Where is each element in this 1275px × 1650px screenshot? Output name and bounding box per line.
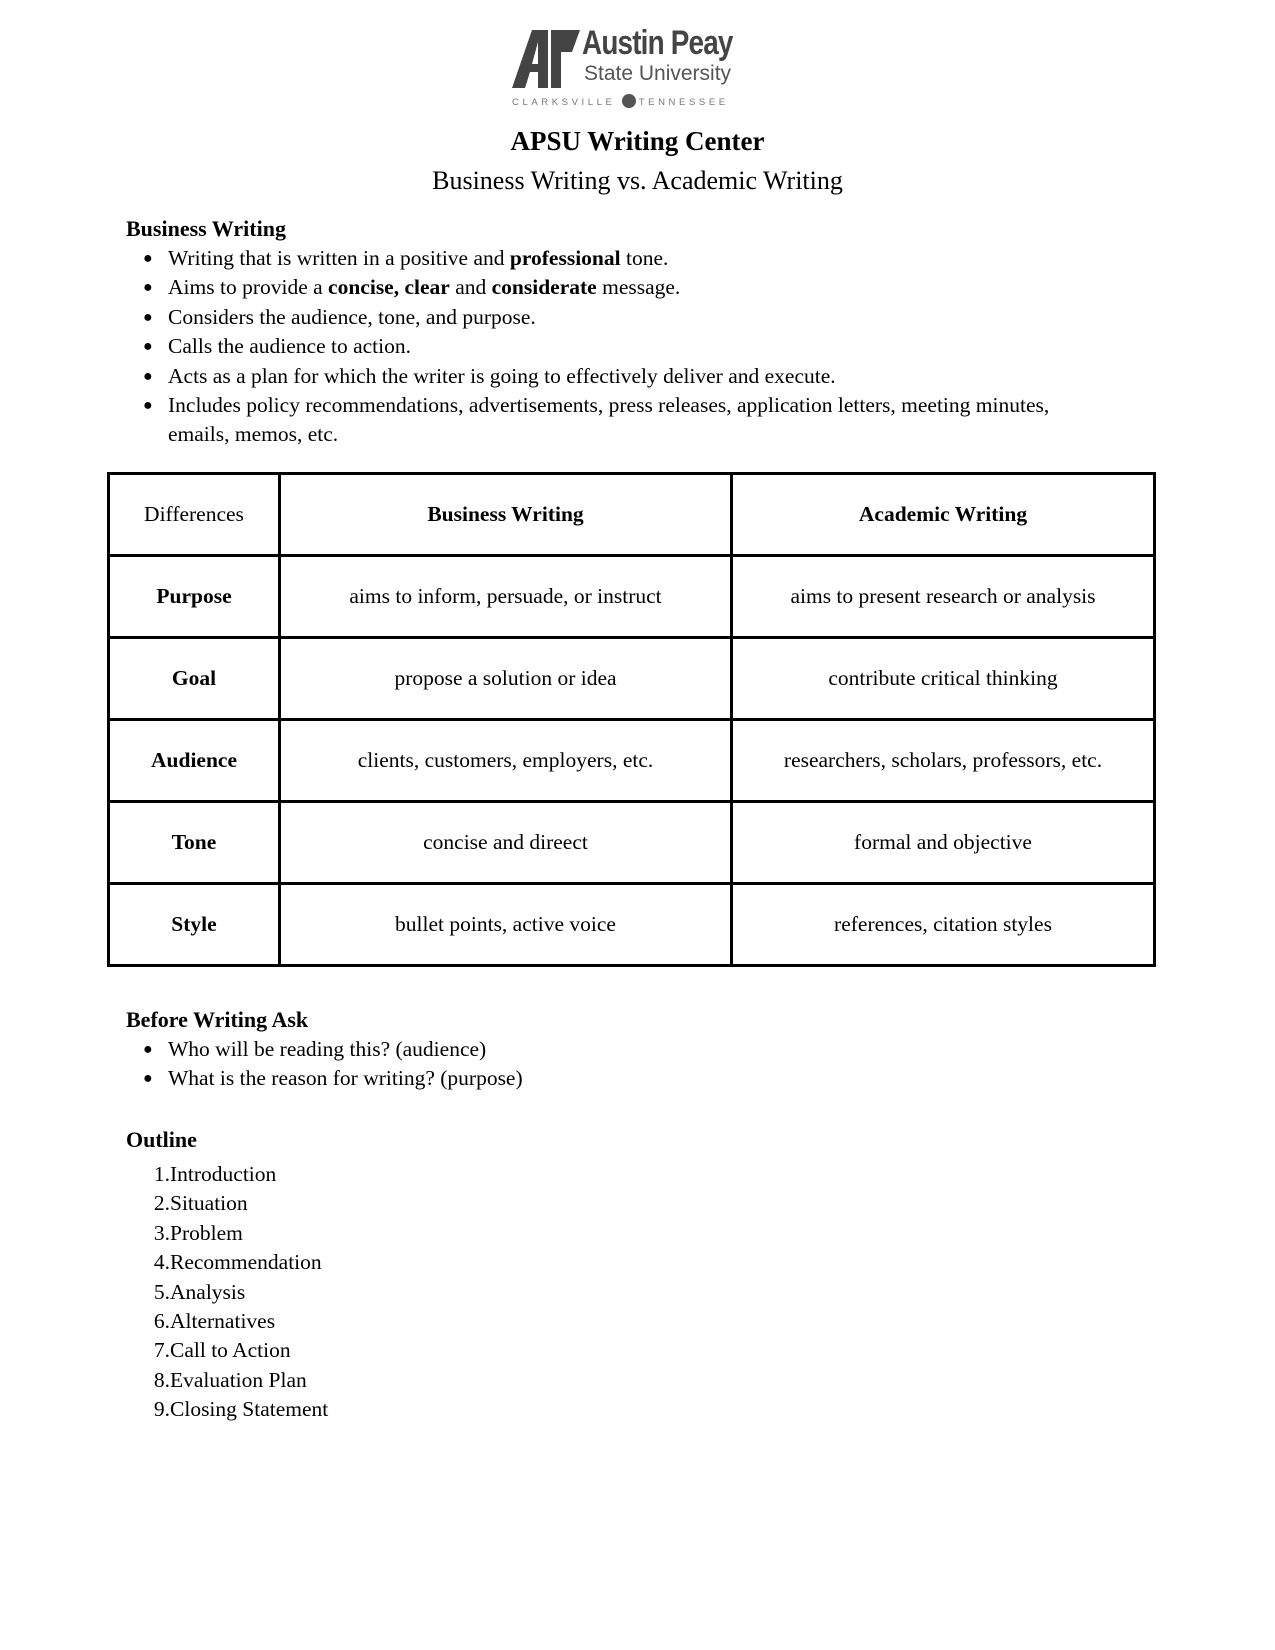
tennessee-tristar-icon xyxy=(621,94,636,108)
logo-name-line2: State University xyxy=(584,62,732,85)
list-item-text: message. xyxy=(596,275,681,300)
bullet-icon: ● xyxy=(143,1041,153,1058)
list-item-text: What is the reason for writing? (purpose… xyxy=(168,1066,523,1091)
list-item-text: Acts as a plan for which the writer is g… xyxy=(168,363,836,388)
row-label-cell: Style xyxy=(107,882,281,967)
page-subtitle: Business Writing vs. Academic Writing xyxy=(432,166,843,195)
outline-item-number: 4. xyxy=(153,1250,170,1275)
outline-item-text: Alternatives xyxy=(170,1309,276,1334)
outline-item-number: 7. xyxy=(153,1338,170,1363)
outline-item-text: Analysis xyxy=(170,1279,246,1304)
list-item: ● Acts as a plan for which the writer is … xyxy=(126,362,1116,391)
list-item-text: Writing that is written in a positive an… xyxy=(168,246,510,270)
list-item: ● What is the reason for writing? (purpos… xyxy=(126,1064,1126,1093)
outline-item-text: Call to Action xyxy=(170,1338,291,1363)
table-row: Purpose aims to inform, persuade, or inst… xyxy=(107,554,1156,639)
university-logo: Austin Peay State University CLARKSVILLE… xyxy=(512,24,762,112)
bullet-icon: ● xyxy=(143,367,153,385)
list-item: ● Writing that is written in a positive a… xyxy=(126,244,1116,273)
outline-item: 7.Call to Action xyxy=(146,1336,328,1365)
outline-item-number: 8. xyxy=(153,1367,170,1392)
list-item-text: Aims to provide a xyxy=(168,275,329,300)
header-differences: Differences xyxy=(107,472,281,557)
page-title: APSU Writing Center xyxy=(510,126,765,156)
outline-item: 1.Introduction xyxy=(146,1160,328,1189)
row-label-cell: Goal xyxy=(107,636,281,721)
list-item-text: and xyxy=(449,275,492,300)
header-business-writing: Business Writing xyxy=(278,472,733,557)
business-writing-heading: Business Writing xyxy=(126,216,286,241)
logo-city: CLARKSVILLE xyxy=(512,97,616,108)
business-cell: bullet points, active voice xyxy=(278,882,733,967)
outline-item: 2.Situation xyxy=(146,1189,328,1218)
logo-name-line1: Austin Peay xyxy=(582,24,733,62)
comparison-table: Differences Business Writing Academic Wr… xyxy=(107,472,1156,967)
academic-cell: formal and objective xyxy=(730,800,1156,885)
ap-monogram-icon xyxy=(512,30,580,88)
outline-item-text: Introduction xyxy=(170,1162,277,1186)
outline-item-text: Closing Statement xyxy=(170,1397,329,1422)
list-item: ● Calls the audience to action. xyxy=(126,332,1116,361)
outline-item-number: 3. xyxy=(153,1220,170,1245)
table-header-row: Differences Business Writing Academic Wr… xyxy=(107,472,1156,557)
logo-location: CLARKSVILLE TENNESSEE xyxy=(512,94,729,108)
outline-item-number: 6. xyxy=(153,1309,170,1334)
outline-item-text: Recommendation xyxy=(170,1250,322,1275)
bullet-icon: ● xyxy=(143,1070,153,1088)
outline-item-number: 1. xyxy=(153,1162,170,1186)
row-label-cell: Purpose xyxy=(107,554,281,639)
before-writing-heading: Before Writing Ask xyxy=(126,1007,309,1032)
table-row: Goal propose a solution or idea contribute… xyxy=(107,636,1156,721)
table-row: Tone concise and direect formal and object… xyxy=(107,800,1156,885)
outline-heading: Outline xyxy=(126,1127,197,1152)
row-label-cell: Audience xyxy=(107,718,281,803)
academic-cell: references, citation styles xyxy=(730,882,1156,967)
bullet-icon: ● xyxy=(143,279,153,297)
business-cell: aims to inform, persuade, or instruct xyxy=(278,554,733,639)
business-cell: propose a solution or idea xyxy=(278,636,733,721)
business-cell: concise and direect xyxy=(278,800,733,885)
academic-cell: aims to present research or analysis xyxy=(730,554,1156,639)
outline-item-number: 9. xyxy=(153,1397,170,1422)
outline-item-number: 2. xyxy=(153,1191,170,1216)
list-item-text: tone. xyxy=(620,246,669,270)
academic-cell: researchers, scholars, professors, etc. xyxy=(730,718,1156,803)
outline-item: 5.Analysis xyxy=(146,1278,328,1307)
emphasis-text: concise, clear xyxy=(328,275,450,300)
outline-list: 1.Introduction 2.Situation 3.Problem 4.Reco… xyxy=(146,1160,328,1425)
outline-item-text: Evaluation Plan xyxy=(170,1367,307,1392)
outline-item: 6.Alternatives xyxy=(146,1307,328,1336)
outline-item-text: Problem xyxy=(170,1220,243,1245)
outline-item: 8.Evaluation Plan xyxy=(146,1366,328,1395)
before-writing-list: ● Who will be reading this? (audience) ● Wh… xyxy=(126,1035,1126,1094)
outline-item-number: 5. xyxy=(153,1279,170,1304)
academic-cell: contribute critical thinking xyxy=(730,636,1156,721)
list-item: ● Considers the audience, tone, and purpo… xyxy=(126,303,1116,332)
logo-state: TENNESSEE xyxy=(638,97,729,108)
bullet-icon: ● xyxy=(143,338,153,356)
bullet-icon: ● xyxy=(143,308,153,326)
bullet-icon: ● xyxy=(143,250,153,267)
emphasis-text: professional xyxy=(509,246,621,270)
outline-item: 9.Closing Statement xyxy=(146,1395,328,1424)
list-item-text: Considers the audience, tone, and purpos… xyxy=(168,304,536,329)
table-row: Style bullet points, active voice referenc… xyxy=(107,882,1156,967)
emphasis-text: considerate xyxy=(491,275,597,300)
header-academic-writing: Academic Writing xyxy=(730,472,1156,557)
bullet-icon: ● xyxy=(143,397,153,415)
outline-item: 3.Problem xyxy=(146,1219,328,1248)
table-row: Audience clients, customers, employers, e… xyxy=(107,718,1156,803)
outline-item: 4.Recommendation xyxy=(146,1248,328,1277)
list-item-text: Calls the audience to action. xyxy=(168,334,411,359)
list-item-text: Includes policy recommendations, adverti… xyxy=(168,393,1050,447)
business-writing-list: ● Writing that is written in a positive a… xyxy=(126,244,1116,450)
list-item: ● Who will be reading this? (audience) xyxy=(126,1035,1126,1064)
list-item-text: Who will be reading this? (audience) xyxy=(168,1037,487,1061)
list-item: ● Includes policy recommendations, advert… xyxy=(126,391,1116,450)
business-cell: clients, customers, employers, etc. xyxy=(278,718,733,803)
list-item: ● Aims to provide a concise, clear and co… xyxy=(126,273,1116,302)
outline-item-text: Situation xyxy=(170,1191,248,1216)
row-label-cell: Tone xyxy=(107,800,281,885)
